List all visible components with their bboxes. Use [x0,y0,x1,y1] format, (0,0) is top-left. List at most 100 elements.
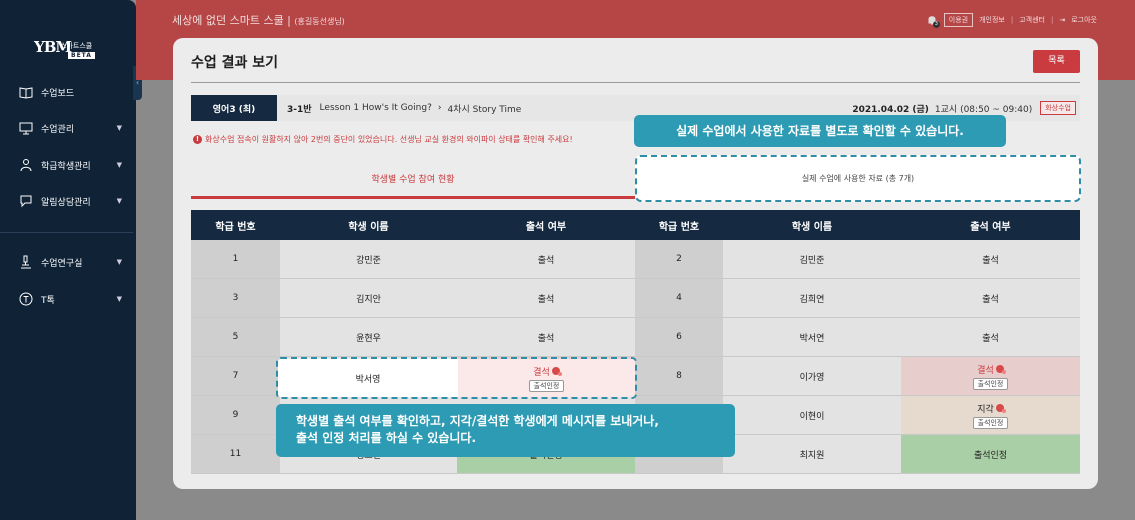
student-name: 강민준 [280,240,457,278]
list-button[interactable]: 목록 [1033,50,1080,73]
attendance-status: 출석 [901,279,1080,317]
sidebar-item-label: 수업보드 [41,88,75,99]
student-name: 이현이 [723,396,901,434]
attendance-status: 출석 [457,279,635,317]
sidebar: YBM 스마트스쿨 BETA 수업보드 수업관리 ▼ 학급학생관리 ▼ 알림상담… [0,0,136,520]
caret-down-icon: ▼ [116,161,122,169]
attendance-status: 출석 [457,318,635,356]
send-message-icon[interactable] [995,404,1006,413]
notification-count: 3 [932,21,940,28]
subject-label: 영어3 (최) [191,95,277,121]
table-row: 3 김지안 출석 4 김희연 출석 [191,279,1080,318]
student-name: 김지안 [280,279,457,317]
sidebar-item-label: 알림상담관리 [41,197,91,208]
warning-message: ! 화상수업 접속이 원활하지 않아 2번의 중단이 있었습니다. 선생님 교실… [193,134,573,145]
col-header: 출석 여부 [525,221,567,233]
attendance-text: 결석 [533,367,550,378]
sidebar-item-label: 학급학생관리 [41,161,91,172]
tab-participation[interactable]: 학생별 수업 참여 현황 [191,166,635,199]
bell-icon[interactable]: 3 [926,14,940,28]
attendance-status: 출석 [457,240,635,278]
caret-down-icon: ▼ [116,124,122,132]
attendance-status-absent: 결석 [977,363,1006,376]
col-header: 학생 이름 [791,221,833,233]
user-button[interactable]: 이용권 [943,13,974,27]
beta-badge: BETA [68,52,95,59]
col-header: 학급 번호 [658,221,700,233]
logout-icon[interactable]: ⇥ [1059,16,1065,24]
sidebar-item-notice-counsel[interactable]: 알림상담관리 ▼ [18,192,122,210]
approve-attendance-button[interactable]: 출석인정 [972,377,1009,390]
student-name: 박서영 [278,359,458,397]
sidebar-item-research[interactable]: 수업연구실 ▼ [18,253,122,271]
table-header: 학급 번호 학생 이름 출석 여부 학급 번호 학생 이름 출석 여부 [191,210,1080,240]
attendance-cell: 결석 출석인정 [901,357,1080,395]
student-name: 박서연 [723,318,901,356]
teacher-name: (홍길동선생님) [294,17,345,26]
attendance-text: 결석 [977,365,994,376]
tab-materials[interactable]: 실제 수업에 사용한 자료 (총 7개) [635,155,1081,202]
attendance-status-absent: 결석 [533,365,562,378]
attendance-cell: 결석 출석인정 [458,359,635,397]
attendance-text: 지각 [977,404,994,415]
student-number: 2 [635,240,723,278]
col-header: 학급 번호 [215,221,256,233]
student-number: 11 [191,435,280,473]
sidebar-item-class-board[interactable]: 수업보드 [18,83,122,101]
student-number: 9 [191,396,280,434]
send-message-icon[interactable] [551,367,562,376]
student-number: 5 [191,318,280,356]
attendance-cell: 지각 출석인정 [901,396,1080,434]
tooltip-line: 출석 인정 처리를 하실 수 있습니다. [296,431,477,445]
student-name: 김희연 [723,279,901,317]
school-title: 세상에 없던 스마트 스쿨 | [172,14,291,27]
table-row: 1 강민준 출석 2 김민준 출석 [191,240,1080,279]
logo[interactable]: YBM 스마트스쿨 BETA [34,38,95,59]
support-link[interactable]: 고객센터 [1019,15,1045,25]
top-links: 3 이용권 개인정보 | 고객센터 | ⇥ 로그아웃 [926,13,1097,28]
logout-link[interactable]: 로그아웃 [1071,15,1097,25]
sidebar-item-student-manage[interactable]: 학급학생관리 ▼ [18,156,122,174]
warning-text: 화상수업 접속이 원활하지 않아 2번의 중단이 있었습니다. 선생님 교실 환… [205,135,573,144]
sidebar-item-label: 수업연구실 [41,258,83,269]
student-number: 7 [191,357,280,395]
link-separator: | [1051,16,1054,24]
class-date: 2021.04.02 (금) [852,104,929,115]
logo-brand: 스마트스쿨 [60,42,93,50]
sidebar-item-class-manage[interactable]: 수업관리 ▼ [18,119,122,137]
attendance-status: 출석 [901,318,1080,356]
sidebar-divider [0,232,133,233]
approve-attendance-button[interactable]: 출석인정 [972,416,1009,429]
app-title: 세상에 없던 스마트 스쿨 | (홍길동선생님) [172,12,345,28]
page-title: 수업 결과 보기 [191,55,279,71]
student-number: 4 [635,279,723,317]
table-row: 5 윤현우 출석 6 박서연 출석 [191,318,1080,357]
attendance-tooltip: 학생별 출석 여부를 확인하고, 지각/결석한 학생에게 메시지를 보내거나, … [276,404,735,457]
send-message-icon[interactable] [995,365,1006,374]
caret-down-icon: ▼ [116,295,122,303]
caret-down-icon: ▼ [116,197,122,205]
sidebar-item-label: 수업관리 [41,124,75,135]
class-time: 1교시 (08:50 ~ 09:40) [934,104,1033,115]
col-header: 출석 여부 [970,221,1011,233]
attendance-status-late: 지각 [977,402,1006,415]
alert-icon: ! [193,135,202,144]
chevron-right-icon: › [437,103,442,113]
student-name: 이가영 [723,357,901,395]
student-name: 윤현우 [280,318,457,356]
approve-attendance-button[interactable]: 출석인정 [528,379,565,392]
users-icon [18,157,34,173]
microscope-icon [18,254,34,270]
col-header: 학생 이름 [348,221,389,233]
materials-tooltip: 실제 수업에서 사용한 자료를 별도로 확인할 수 있습니다. [634,115,1006,147]
class-label: 3-1반 [287,104,312,115]
student-number: 8 [635,357,723,395]
sidebar-item-label: T톡 [41,295,55,306]
sidebar-item-t-talk[interactable]: T톡 ▼ [18,290,122,308]
student-name: 김민준 [723,240,901,278]
tooltip-line: 학생별 출석 여부를 확인하고, 지각/결석한 학생에게 메시지를 보내거나, [296,414,659,428]
privacy-link[interactable]: 개인정보 [979,15,1005,25]
class-mode-badge: 화상수업 [1040,101,1076,115]
title-divider [191,82,1080,83]
attendance-status: 출석 [901,240,1080,278]
